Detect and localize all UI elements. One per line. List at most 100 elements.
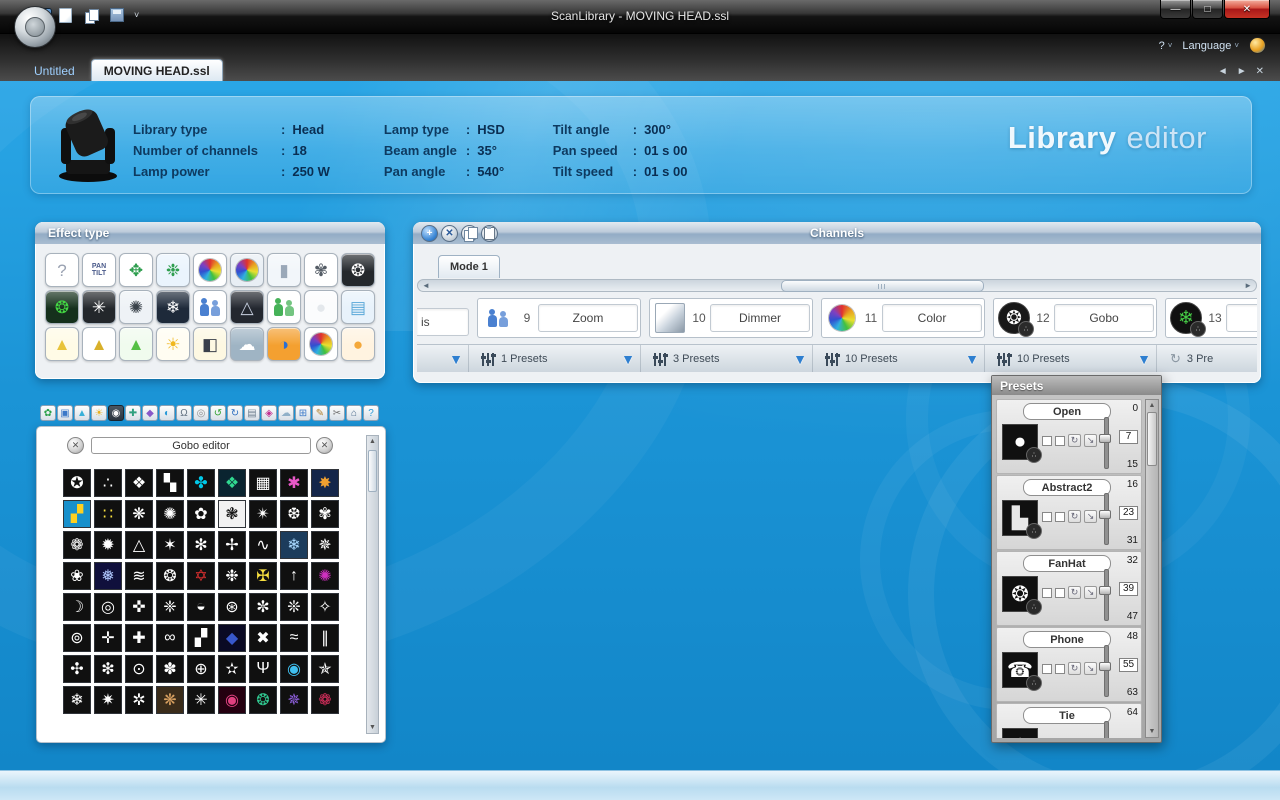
channels-horizontal-scrollbar[interactable]: ◄ ►: [417, 279, 1257, 292]
hand-pan-icon[interactable]: ✥: [119, 253, 153, 287]
home-tool-icon[interactable]: ⌂: [346, 405, 362, 421]
rotate-left-tool-icon[interactable]: ↺: [210, 405, 226, 421]
scrollbar-thumb[interactable]: [1147, 412, 1157, 466]
scrollbar-track[interactable]: [434, 280, 1240, 291]
preset-checkbox[interactable]: [1042, 512, 1052, 522]
gobo-thumbnail[interactable]: ✻: [187, 531, 215, 559]
minimize-button[interactable]: —: [1160, 0, 1191, 19]
color-wheel-icon[interactable]: [193, 253, 227, 287]
slider-knob[interactable]: [1099, 586, 1111, 595]
gobo-thumbnail[interactable]: △: [125, 531, 153, 559]
gobo-thumbnail[interactable]: ✛: [94, 624, 122, 652]
frost-cloud-icon[interactable]: ☁: [230, 327, 264, 361]
frost-filter-icon[interactable]: ▤: [341, 290, 375, 324]
preset-checkbox[interactable]: [1055, 664, 1065, 674]
delete-channel-icon[interactable]: ✕: [441, 225, 458, 242]
gobo-thumbnail[interactable]: ◉: [218, 686, 246, 714]
gobo-thumbnail[interactable]: ◒: [187, 593, 215, 621]
gobo-wheel-icon[interactable]: ❂: [341, 253, 375, 287]
preset-checkbox[interactable]: [1055, 436, 1065, 446]
prism-green-icon[interactable]: ▲: [119, 327, 153, 361]
gobo-thumbnail[interactable]: ∞: [156, 624, 184, 652]
preset-loop-button[interactable]: ↻: [1068, 510, 1081, 523]
gobo-thumbnail[interactable]: ✪: [63, 469, 91, 497]
application-menu-button[interactable]: [14, 6, 56, 48]
gobo-thumbnail[interactable]: ❇: [94, 655, 122, 683]
gobo-thumbnail[interactable]: ∷: [94, 500, 122, 528]
channel-item[interactable]: ❄∴13: [1165, 298, 1257, 338]
sphere-color-icon[interactable]: ◑: [267, 327, 301, 361]
amber-filter-icon[interactable]: ●: [341, 327, 375, 361]
maximize-button[interactable]: □: [1192, 0, 1223, 19]
gobo-thumbnail[interactable]: ✜: [125, 593, 153, 621]
paste-channel-icon[interactable]: [481, 225, 498, 242]
gobo-thumbnail[interactable]: ✢: [218, 531, 246, 559]
save-file-icon[interactable]: [108, 6, 126, 24]
gobo-thumbnail[interactable]: ❖: [218, 469, 246, 497]
iris-icon[interactable]: ✳: [82, 290, 116, 324]
gobo-thumbnail[interactable]: ✴: [249, 500, 277, 528]
gobo-thumbnail[interactable]: ❅: [94, 562, 122, 590]
gobo-thumbnail[interactable]: ∿: [249, 531, 277, 559]
tab-close-icon[interactable]: ✕: [1256, 66, 1264, 77]
gem-tool-icon[interactable]: ◈: [261, 405, 277, 421]
color-wheel-indexed-icon[interactable]: [230, 253, 264, 287]
channel-presets-cell[interactable]: ↻3 Pre▼: [1165, 345, 1257, 372]
slider-knob[interactable]: [1099, 662, 1111, 671]
gobo-thumbnail[interactable]: ▞: [63, 500, 91, 528]
unknown-effect-icon[interactable]: ?: [45, 253, 79, 287]
gobo-thumbnail[interactable]: ✯: [311, 655, 339, 683]
presets-dropdown-icon[interactable]: ▼: [965, 351, 979, 367]
gobo-rotation-icon[interactable]: ✾: [304, 253, 338, 287]
preset-slider[interactable]: [1099, 493, 1111, 545]
gobo-wheel-green-icon[interactable]: ❂: [45, 290, 79, 324]
preset-loop-button[interactable]: ↻: [1068, 586, 1081, 599]
gobo-thumbnail[interactable]: ✿: [187, 500, 215, 528]
preset-checkbox[interactable]: [1042, 436, 1052, 446]
diamond-tool-icon[interactable]: ◆: [142, 405, 158, 421]
gobo-thumbnail[interactable]: ☽: [63, 593, 91, 621]
people-green-icon[interactable]: [267, 290, 301, 324]
help-tool-icon[interactable]: ?: [363, 405, 379, 421]
gobo-thumbnail[interactable]: ↑: [280, 562, 308, 590]
channel-gobo[interactable]: ❂∴12Gobo: [993, 298, 1157, 338]
toolbar-chevron-icon[interactable]: ˅: [134, 10, 139, 20]
scroll-left-icon[interactable]: ◄: [418, 281, 434, 290]
scroll-down-icon[interactable]: ▼: [369, 722, 376, 733]
hand-tilt-icon[interactable]: ❉: [156, 253, 190, 287]
gobo-thumbnail[interactable]: ✷: [94, 686, 122, 714]
preset-checkbox[interactable]: [1042, 588, 1052, 598]
gobo-thumbnail[interactable]: ✶: [156, 531, 184, 559]
new-file-icon[interactable]: [56, 6, 74, 24]
prism-icon[interactable]: △: [230, 290, 264, 324]
open-file-icon[interactable]: [82, 6, 100, 24]
gobo-thumbnail[interactable]: ❂: [249, 686, 277, 714]
gobo-thumbnail[interactable]: ✾: [311, 500, 339, 528]
tab-moving-head-ssl[interactable]: MOVING HEAD.ssl: [91, 59, 223, 81]
presets-scrollbar[interactable]: ▲ ▼: [1145, 399, 1159, 738]
close-icon[interactable]: ✕: [67, 437, 84, 454]
rotate-right-tool-icon[interactable]: ↻: [227, 405, 243, 421]
gobo-thumbnail[interactable]: ✫: [218, 655, 246, 683]
presets-dropdown-icon[interactable]: ▼: [793, 351, 807, 367]
add-channel-icon[interactable]: +: [421, 225, 438, 242]
shutter-blade-icon[interactable]: ▮: [267, 253, 301, 287]
gobo-thumbnail[interactable]: ✱: [280, 469, 308, 497]
gobo-thumbnail[interactable]: ✲: [125, 686, 153, 714]
tab-untitled[interactable]: Untitled: [22, 60, 87, 81]
gobo-editor-scrollbar[interactable]: ▲ ▼: [366, 435, 379, 734]
channel-dimmer[interactable]: 10Dimmer: [649, 298, 813, 338]
ring-tool-icon[interactable]: ◎: [193, 405, 209, 421]
gobo-thumbnail[interactable]: ✵: [280, 686, 308, 714]
gobo-thumbnail[interactable]: ✡: [187, 562, 215, 590]
gobo-thumbnail[interactable]: ❁: [63, 531, 91, 559]
gobo-thumbnail[interactable]: ⊚: [63, 624, 91, 652]
tab-scroll-right-icon[interactable]: ►: [1237, 66, 1247, 77]
gobo-thumbnail[interactable]: ✹: [94, 531, 122, 559]
preset-slider[interactable]: [1099, 721, 1111, 738]
gobo-thumbnail[interactable]: ≋: [125, 562, 153, 590]
gobo-thumbnail[interactable]: ❋: [156, 686, 184, 714]
frost-wheel-icon[interactable]: ❄: [156, 290, 190, 324]
gobo-thumbnail[interactable]: ❃: [218, 500, 246, 528]
scroll-up-icon[interactable]: ▲: [369, 436, 376, 447]
